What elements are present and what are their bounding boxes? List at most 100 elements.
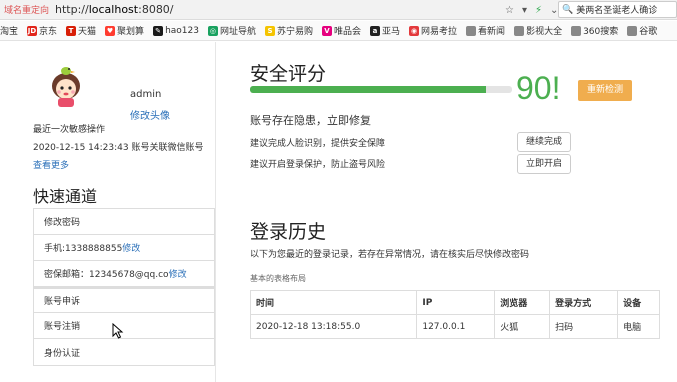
column-header: 登录方式 bbox=[549, 290, 619, 315]
video-icon bbox=[514, 25, 525, 36]
hao123-icon: ✎ bbox=[153, 25, 164, 36]
bookmarks-bar: 淘宝 JD 京东 T 天猫 ♥ 聚划算 ✎ hao123 ◎ 网址导航 S 苏宁易购 V 唯品会 a 亚马 ◉ 网易… bbox=[0, 21, 677, 41]
table-row: 2020-12-18 13:18:55.0 127.0.0.1 火狐 扫码 电脑 bbox=[249, 314, 660, 339]
bookmark-label: 聚划算 bbox=[117, 27, 145, 37]
quick-access-item-label: 手机:1338888855 bbox=[44, 244, 123, 254]
quick-access-item[interactable]: 手机:1338888855 修改 bbox=[34, 235, 214, 261]
search-text: 美两名圣诞老人确诊 bbox=[576, 6, 658, 16]
bookmark-item[interactable]: 谷歌 bbox=[627, 24, 657, 37]
dropdown-icon[interactable]: ▾ bbox=[522, 5, 527, 16]
quick-access-item-label: 修改密码 bbox=[44, 218, 81, 228]
bookmark-label: 网址导航 bbox=[219, 27, 256, 37]
bookmark-label: 苏宁易购 bbox=[276, 27, 313, 37]
redirect-label: 域名重定向 bbox=[4, 6, 50, 16]
bookmark-item[interactable]: V 唯品会 bbox=[322, 24, 361, 37]
tip-face-recognition: 建议完成人脸识别，提供安全保障 bbox=[250, 139, 386, 149]
jd-icon: JD bbox=[27, 25, 38, 36]
continue-button[interactable]: 继续完成 bbox=[517, 132, 571, 152]
avatar[interactable] bbox=[44, 60, 88, 108]
bookmark-label: 淘宝 bbox=[0, 27, 19, 37]
quick-access-title: 快速通道 bbox=[33, 187, 98, 206]
enable-now-button[interactable]: 立即开启 bbox=[517, 154, 571, 174]
bookmark-label: 360搜索 bbox=[583, 27, 619, 37]
kaola-icon: ◉ bbox=[409, 25, 420, 36]
table-body: 2020-12-18 13:18:55.0 127.0.0.1 火狐 扫码 电脑 bbox=[249, 314, 660, 339]
sidebar: admin 修改头像 最近一次敏感操作 2020-12-15 14:23:43 … bbox=[0, 42, 216, 382]
column-header: 设备 bbox=[617, 290, 660, 315]
bookmark-item[interactable]: ♥ 聚划算 bbox=[105, 24, 144, 37]
risk-title: 账号存在隐患，立即修复 bbox=[250, 114, 371, 127]
tip-login-protection: 建议开启登录保护，防止盗号风险 bbox=[250, 160, 386, 170]
bookmark-item[interactable]: ◎ 网址导航 bbox=[207, 24, 256, 37]
bookmark-item[interactable]: ✎ hao123 bbox=[153, 25, 199, 36]
bookmark-label: 谷歌 bbox=[639, 27, 658, 37]
bookmark-label: hao123 bbox=[165, 25, 199, 36]
url-field[interactable]: http://localhost:8080/ bbox=[55, 3, 174, 16]
login-history-title: 登录历史 bbox=[250, 221, 327, 243]
edit-link[interactable]: 修改 bbox=[169, 267, 187, 280]
quick-access-list: 修改密码 手机:1338888855 修改 密保邮箱：12345678@qq.co 修… bbox=[33, 208, 215, 366]
quick-access-item[interactable]: 修改密码 bbox=[34, 209, 214, 235]
mouse-cursor-icon bbox=[112, 323, 124, 339]
bookmark-item[interactable]: S 苏宁易购 bbox=[264, 24, 313, 37]
table-cell: 127.0.0.1 bbox=[416, 314, 496, 339]
security-score: 90! bbox=[516, 70, 561, 106]
quick-access-item-label: 账号注销 bbox=[44, 322, 81, 332]
last-operation-title: 最近一次敏感操作 bbox=[33, 125, 106, 135]
column-header: 浏览器 bbox=[494, 290, 551, 315]
bookmark-item[interactable]: ◉ 网易考拉 bbox=[409, 24, 457, 37]
so360-icon bbox=[571, 25, 582, 36]
username: admin bbox=[130, 89, 162, 100]
column-header: IP bbox=[416, 290, 496, 315]
vip-icon: V bbox=[322, 25, 332, 36]
bookmark-label: 影视大全 bbox=[526, 27, 563, 37]
see-more-link[interactable]: 查看更多 bbox=[33, 158, 69, 171]
wangzhi-icon: ◎ bbox=[207, 25, 218, 36]
edit-avatar-link[interactable]: 修改头像 bbox=[130, 107, 170, 122]
search-input[interactable]: 🔍 美两名圣诞老人确诊 bbox=[558, 1, 677, 18]
quick-access-item-label: 身份认证 bbox=[44, 348, 81, 359]
table-caption: 基本的表格布局 bbox=[250, 274, 306, 283]
table-cell: 火狐 bbox=[494, 314, 551, 339]
table-cell: 2020-12-18 13:18:55.0 bbox=[249, 314, 418, 339]
bookmark-item[interactable]: T 天猫 bbox=[66, 24, 96, 37]
bookmark-label: 京东 bbox=[39, 27, 58, 37]
lightning-icon[interactable]: ⚡ bbox=[535, 5, 542, 16]
bookmark-label: 网易考拉 bbox=[421, 27, 458, 37]
bookmark-label: 天猫 bbox=[78, 27, 97, 37]
quick-access-item-label: 密保邮箱：12345678@qq.co bbox=[44, 270, 169, 280]
quick-access-item[interactable]: 账号申诉 bbox=[34, 287, 214, 313]
bookmark-item[interactable]: 看新闻 bbox=[466, 24, 505, 37]
quick-access-item[interactable]: 身份认证 bbox=[34, 339, 214, 365]
security-score-title: 安全评分 bbox=[250, 63, 327, 85]
recheck-button[interactable]: 重新检测 bbox=[578, 80, 632, 101]
table-cell: 电脑 bbox=[617, 314, 660, 339]
quick-access-item[interactable]: 账号注销 bbox=[34, 313, 214, 339]
progress-fill bbox=[250, 86, 486, 93]
security-progress-bar bbox=[250, 86, 512, 93]
bookmark-label: 亚马 bbox=[382, 27, 401, 37]
last-operation-detail: 2020-12-15 14:23:43 账号关联微信账号 bbox=[33, 143, 204, 153]
address-actions: ☆ ▾ ⚡ ⌄ bbox=[505, 0, 558, 20]
table-header-row: 时间 IP 浏览器 登录方式 设备 bbox=[249, 290, 660, 315]
bookmark-label: 唯品会 bbox=[334, 27, 362, 37]
bookmark-item[interactable]: 360搜索 bbox=[571, 24, 618, 37]
bookmark-item[interactable]: a 亚马 bbox=[370, 24, 400, 37]
bookmark-label: 看新闻 bbox=[478, 27, 506, 37]
edit-link[interactable]: 修改 bbox=[122, 241, 140, 254]
bookmark-item[interactable]: 影视大全 bbox=[514, 24, 562, 37]
column-header: 时间 bbox=[249, 290, 418, 315]
login-history-table: 时间 IP 浏览器 登录方式 设备 2020-12-18 13:18:55.0 127.0… bbox=[249, 290, 660, 339]
search-icon: 🔍 bbox=[562, 4, 574, 15]
quick-access-item-label: 账号申诉 bbox=[44, 297, 81, 307]
suning-icon: S bbox=[264, 25, 275, 36]
bookmark-item[interactable]: 淘宝 bbox=[0, 24, 18, 37]
login-history-desc: 以下为您最近的登录记录，若存在异常情况，请在核实后尽快修改密码 bbox=[250, 250, 530, 260]
juhuasuan-icon: ♥ bbox=[105, 25, 116, 36]
tmall-icon: T bbox=[66, 25, 77, 36]
google-icon bbox=[627, 25, 638, 36]
amazon-icon: a bbox=[370, 25, 381, 36]
bookmark-item[interactable]: JD 京东 bbox=[27, 24, 57, 37]
star-icon[interactable]: ☆ bbox=[505, 5, 514, 16]
quick-access-item[interactable]: 密保邮箱：12345678@qq.co 修改 bbox=[34, 261, 214, 287]
